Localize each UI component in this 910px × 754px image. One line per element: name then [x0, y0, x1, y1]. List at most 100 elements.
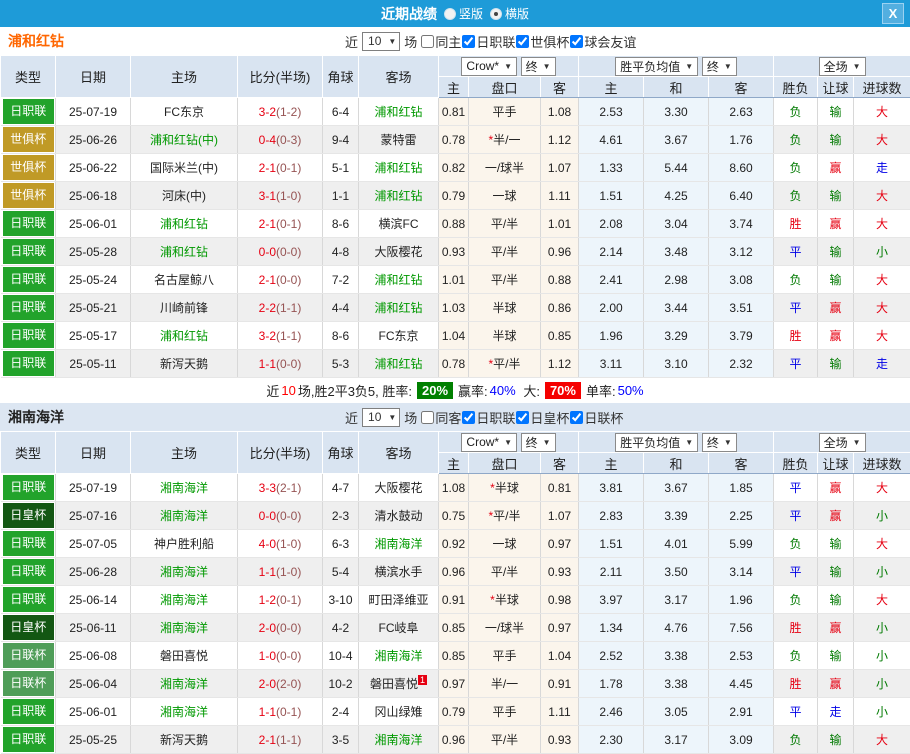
radio-horizontal-label: 横版 — [505, 5, 529, 22]
near-label: 近 — [345, 408, 358, 427]
score-cell: 2-0(0-0) — [238, 614, 323, 642]
filter-checkbox[interactable]: 同主 — [421, 32, 461, 51]
result-goals: 走 — [854, 154, 910, 182]
filter-checkbox[interactable]: 球会友谊 — [570, 32, 636, 51]
match-date: 25-05-11 — [56, 350, 131, 378]
radio-horizontal-layout[interactable]: 横版 — [490, 5, 529, 22]
avg-odds-home: 1.51 — [579, 530, 644, 558]
checkbox-input[interactable] — [516, 411, 529, 424]
match-date: 25-07-16 — [56, 502, 131, 530]
avg-odds-draw: 3.30 — [644, 98, 709, 126]
corner-score: 8-6 — [323, 322, 359, 350]
handicap-odds-home: 0.75 — [439, 502, 469, 530]
away-team: 湘南海洋 — [359, 642, 439, 670]
avg-odds-draw: 3.29 — [644, 322, 709, 350]
filter-checkbox[interactable]: 日联杯 — [570, 408, 623, 427]
league-badge: 日职联 — [3, 295, 55, 320]
filter-checkbox[interactable]: 日职联 — [462, 408, 515, 427]
result-goals: 小 — [854, 670, 910, 698]
filter-checkbox[interactable]: 日皇杯 — [516, 408, 569, 427]
avg-type-select[interactable]: 胜平负均值▼ — [615, 57, 698, 76]
league-badge: 日皇杯 — [3, 503, 55, 528]
result-wdl: 胜 — [774, 210, 818, 238]
league-badge: 世俱杯 — [3, 183, 55, 208]
match-date: 25-06-08 — [56, 642, 131, 670]
odds-final-select[interactable]: 终▼ — [521, 57, 556, 76]
team-name: 浦和红钻 — [8, 31, 64, 51]
home-team: 新泻天鹅 — [131, 350, 238, 378]
avg-final-select[interactable]: 终▼ — [702, 57, 737, 76]
scope-select[interactable]: 全场▼ — [819, 433, 866, 452]
league-cell: 世俱杯 — [1, 182, 56, 210]
chevron-down-icon: ▼ — [724, 62, 732, 71]
corner-score: 10-4 — [323, 642, 359, 670]
checkbox-input[interactable] — [570, 35, 583, 48]
result-goals: 大 — [854, 98, 910, 126]
avg-odds-away: 2.53 — [709, 642, 774, 670]
handicap-odds-away: 0.81 — [541, 474, 579, 502]
result-wdl: 平 — [774, 558, 818, 586]
scope-select[interactable]: 全场▼ — [819, 57, 866, 76]
match-count-select[interactable]: 10▼ — [362, 408, 400, 427]
score-cell: 1-0(0-0) — [238, 642, 323, 670]
avg-type-select[interactable]: 胜平负均值▼ — [615, 433, 698, 452]
match-date: 25-05-17 — [56, 322, 131, 350]
avg-odds-home: 2.11 — [579, 558, 644, 586]
result-wdl: 负 — [774, 154, 818, 182]
result-goals: 大 — [854, 266, 910, 294]
handicap-line: 平手 — [469, 98, 541, 126]
result-goals: 大 — [854, 474, 910, 502]
close-button[interactable]: X — [882, 3, 904, 24]
result-wdl: 负 — [774, 642, 818, 670]
checkbox-input[interactable] — [462, 411, 475, 424]
odds-company-select[interactable]: Crow*▼ — [461, 433, 517, 452]
score-cell: 1-1(1-0) — [238, 558, 323, 586]
radio-vertical-layout[interactable]: 竖版 — [444, 5, 483, 22]
win-rate-badge: 20% — [417, 382, 453, 399]
avg-odds-home: 2.46 — [579, 698, 644, 726]
checkbox-input[interactable] — [570, 411, 583, 424]
near-label: 近 — [345, 32, 358, 51]
score-cell: 0-4(0-3) — [238, 126, 323, 154]
avg-odds-home: 2.14 — [579, 238, 644, 266]
checkbox-input[interactable] — [462, 35, 475, 48]
handicap-line: 一球 — [469, 530, 541, 558]
corner-score: 10-2 — [323, 670, 359, 698]
result-handicap: 赢 — [818, 322, 854, 350]
odds-final-select[interactable]: 终▼ — [521, 433, 556, 452]
col-away: 客场 — [359, 432, 439, 474]
match-date: 25-05-25 — [56, 726, 131, 754]
avg-odds-away: 2.63 — [709, 98, 774, 126]
filter-bar: 近 10▼ 场 同客日职联日皇杯日联杯 — [345, 408, 624, 427]
checkbox-input[interactable] — [421, 35, 434, 48]
avg-final-select[interactable]: 终▼ — [702, 433, 737, 452]
chevron-down-icon: ▼ — [685, 438, 693, 447]
result-handicap: 输 — [818, 266, 854, 294]
away-team: 浦和红钻 — [359, 266, 439, 294]
home-team: 新泻天鹅 — [131, 726, 238, 754]
checkbox-input[interactable] — [421, 411, 434, 424]
handicap-odds-home: 0.96 — [439, 726, 469, 754]
league-cell: 日皇杯 — [1, 614, 56, 642]
filter-checkbox[interactable]: 世俱杯 — [516, 32, 569, 51]
chevron-down-icon: ▼ — [685, 62, 693, 71]
odds-company-select[interactable]: Crow*▼ — [461, 57, 517, 76]
checkbox-input[interactable] — [516, 35, 529, 48]
result-wdl: 胜 — [774, 614, 818, 642]
handicap-odds-away: 1.12 — [541, 350, 579, 378]
league-cell: 日职联 — [1, 238, 56, 266]
avg-odds-away: 5.99 — [709, 530, 774, 558]
summary-bar: 近10场,胜2平3负5, 胜率: 20% 赢率:40% 大: 70% 单率:50… — [0, 378, 910, 403]
match-row: 日职联 25-06-28 湘南海洋 1-1(1-0) 5-4 横滨水手 0.96… — [1, 558, 910, 586]
avg-odds-home: 1.33 — [579, 154, 644, 182]
avg-odds-draw: 3.38 — [644, 670, 709, 698]
result-handicap: 输 — [818, 586, 854, 614]
match-count-select[interactable]: 10▼ — [362, 32, 400, 51]
result-goals: 小 — [854, 502, 910, 530]
chevron-down-icon: ▼ — [388, 37, 396, 46]
away-team: 浦和红钻 — [359, 350, 439, 378]
corner-score: 2-4 — [323, 698, 359, 726]
filter-checkbox[interactable]: 日职联 — [462, 32, 515, 51]
filter-checkbox[interactable]: 同客 — [421, 408, 461, 427]
league-cell: 世俱杯 — [1, 126, 56, 154]
